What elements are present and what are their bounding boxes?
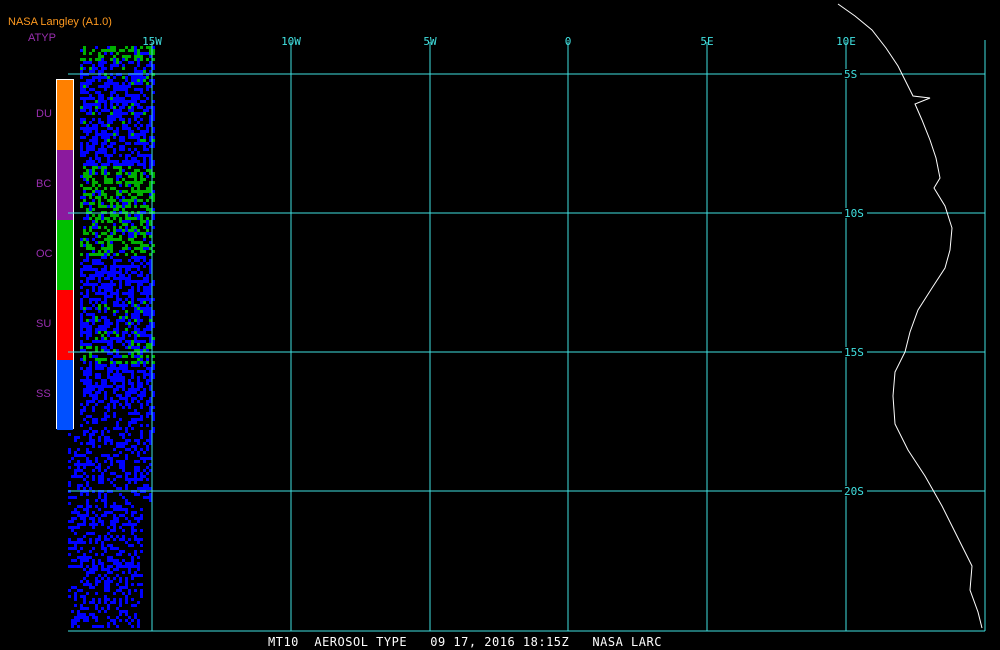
lat-lon-grid: [68, 40, 986, 632]
lon-label: 10E: [836, 35, 856, 48]
lat-label: 20S: [844, 485, 864, 498]
africa-coastline: [837, 3, 983, 629]
lat-label: 5S: [844, 68, 857, 81]
aerosol-map: 15W 10W 5W 0 5E 10E 5S 10S 15S 20S: [68, 3, 986, 632]
grid-labels: 15W 10W 5W 0 5E 10E 5S 10S 15S 20S: [142, 35, 867, 498]
status-footer: MT10 AEROSOL TYPE 09 17, 2016 18:15Z NAS…: [268, 635, 662, 649]
lon-label: 0: [565, 35, 572, 48]
aerosol-retrieval-pixels: [68, 46, 155, 628]
lat-label: 10S: [844, 207, 864, 220]
lat-label: 15S: [844, 346, 864, 359]
lon-label: 5E: [700, 35, 713, 48]
lon-label: 10W: [281, 35, 301, 48]
lon-label: 15W: [142, 35, 162, 48]
lon-label: 5W: [423, 35, 437, 48]
